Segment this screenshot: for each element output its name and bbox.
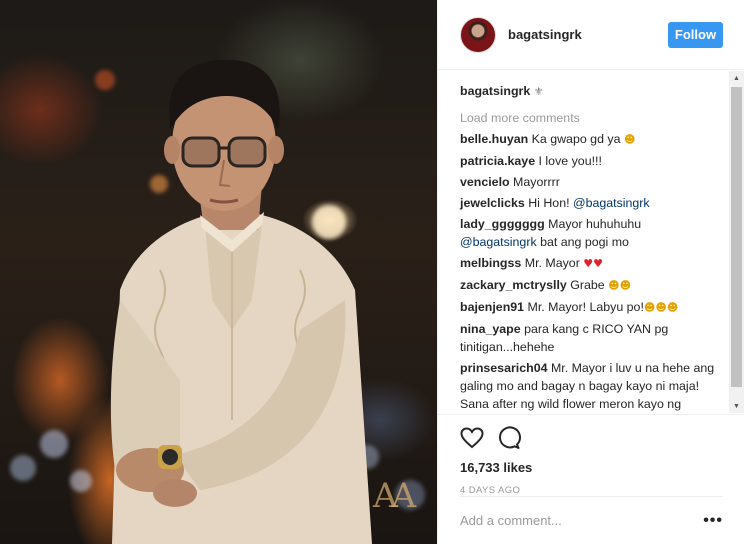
- add-comment-input[interactable]: [460, 513, 660, 528]
- comment-text: Mayorrrr: [513, 175, 560, 189]
- comment-username[interactable]: lady_ggggggg: [460, 217, 545, 231]
- heart-emoji-icon: ♥♥: [583, 257, 604, 270]
- caption: bagatsingrk ⚜: [460, 82, 718, 101]
- comment-text: bat ang pogi mo: [536, 235, 629, 249]
- post-timestamp[interactable]: 4 DAYS AGO: [460, 485, 729, 496]
- comment-username[interactable]: patricia.kaye: [460, 154, 535, 168]
- post-actions: 16,733 likes 4 DAYS AGO: [438, 414, 744, 496]
- comment-username[interactable]: prinsesarich04: [460, 361, 547, 375]
- comment-username[interactable]: bajenjen91: [460, 300, 524, 314]
- scrollbar-thumb[interactable]: [731, 87, 742, 387]
- comment: bajenjen91 Mr. Mayor! Labyu po!☻☻☻: [460, 298, 718, 317]
- comment-mention-link[interactable]: @bagatsingrk: [460, 235, 537, 249]
- action-icons: [460, 423, 729, 453]
- like-heart-icon[interactable]: [460, 427, 484, 449]
- comment-username[interactable]: nina_yape: [460, 322, 521, 336]
- comments-scrollbar[interactable]: ▲ ▼: [729, 71, 744, 413]
- comment: belle.huyan Ka gwapo gd ya ☻: [460, 130, 718, 149]
- caption-username[interactable]: bagatsingrk: [460, 84, 530, 98]
- header-username[interactable]: bagatsingrk: [508, 27, 668, 42]
- smiley-emoji-icon: ☻: [623, 133, 636, 146]
- comment-username[interactable]: melbingss: [460, 256, 521, 270]
- comment-username[interactable]: vencielo: [460, 175, 510, 189]
- post-details-panel: bagatsingrk Follow bagatsingrk ⚜ Load mo…: [437, 0, 744, 544]
- comment: jewelclicks Hi Hon! @bagatsingrk: [460, 194, 718, 212]
- comment: zackary_mctryslly Grabe ☻☻: [460, 276, 718, 295]
- comment: nina_yape para kang c RICO YAN pg tiniti…: [460, 320, 718, 356]
- follow-button[interactable]: Follow: [668, 21, 723, 48]
- smiley-emoji-icon: ☻☻: [608, 279, 632, 292]
- comment-mention-link[interactable]: @bagatsingrk: [573, 196, 650, 210]
- caption-text: ⚜: [533, 86, 544, 98]
- comment-text: Grabe: [570, 278, 609, 292]
- comment: patricia.kaye I love you!!!: [460, 152, 718, 170]
- post-photo[interactable]: AA: [0, 0, 437, 544]
- scroll-up-arrow-icon[interactable]: ▲: [729, 71, 744, 85]
- comment-username[interactable]: jewelclicks: [460, 196, 525, 210]
- comment-username[interactable]: belle.huyan: [460, 132, 528, 146]
- comment-text: Mr. Mayor! Labyu po!: [527, 300, 644, 314]
- comment-text: Ka gwapo gd ya: [531, 132, 624, 146]
- post-header: bagatsingrk Follow: [438, 0, 744, 70]
- load-more-comments-link[interactable]: Load more comments: [460, 109, 718, 127]
- comment-username[interactable]: zackary_mctryslly: [460, 278, 567, 292]
- scroll-down-arrow-icon[interactable]: ▼: [729, 399, 744, 413]
- comment: melbingss Mr. Mayor ♥♥: [460, 254, 718, 273]
- comment: prinsesarich04 Mr. Mayor i luv u na hehe…: [460, 359, 718, 413]
- comments-list[interactable]: bagatsingrk ⚜ Load more comments belle.h…: [438, 71, 732, 413]
- comment-bubble-icon[interactable]: [497, 426, 521, 450]
- comment-text: Hi Hon!: [528, 196, 573, 210]
- comment-text: Mayor huhuhuhu: [548, 217, 642, 231]
- comment: vencielo Mayorrrr: [460, 173, 718, 191]
- photo-watermark-logo: AA: [373, 476, 416, 516]
- add-comment-bar: •••: [460, 496, 723, 544]
- comment-text: I love you!!!: [538, 154, 602, 168]
- avatar[interactable]: [460, 16, 496, 53]
- smiley-emoji-icon: ☻☻☻: [643, 301, 679, 314]
- comment: lady_ggggggg Mayor huhuhuhu @bagatsingrk…: [460, 215, 718, 251]
- comment-text: Mr. Mayor: [524, 256, 584, 270]
- man-figure: [110, 59, 372, 544]
- more-options-icon[interactable]: •••: [703, 512, 723, 530]
- likes-count[interactable]: 16,733 likes: [460, 460, 729, 475]
